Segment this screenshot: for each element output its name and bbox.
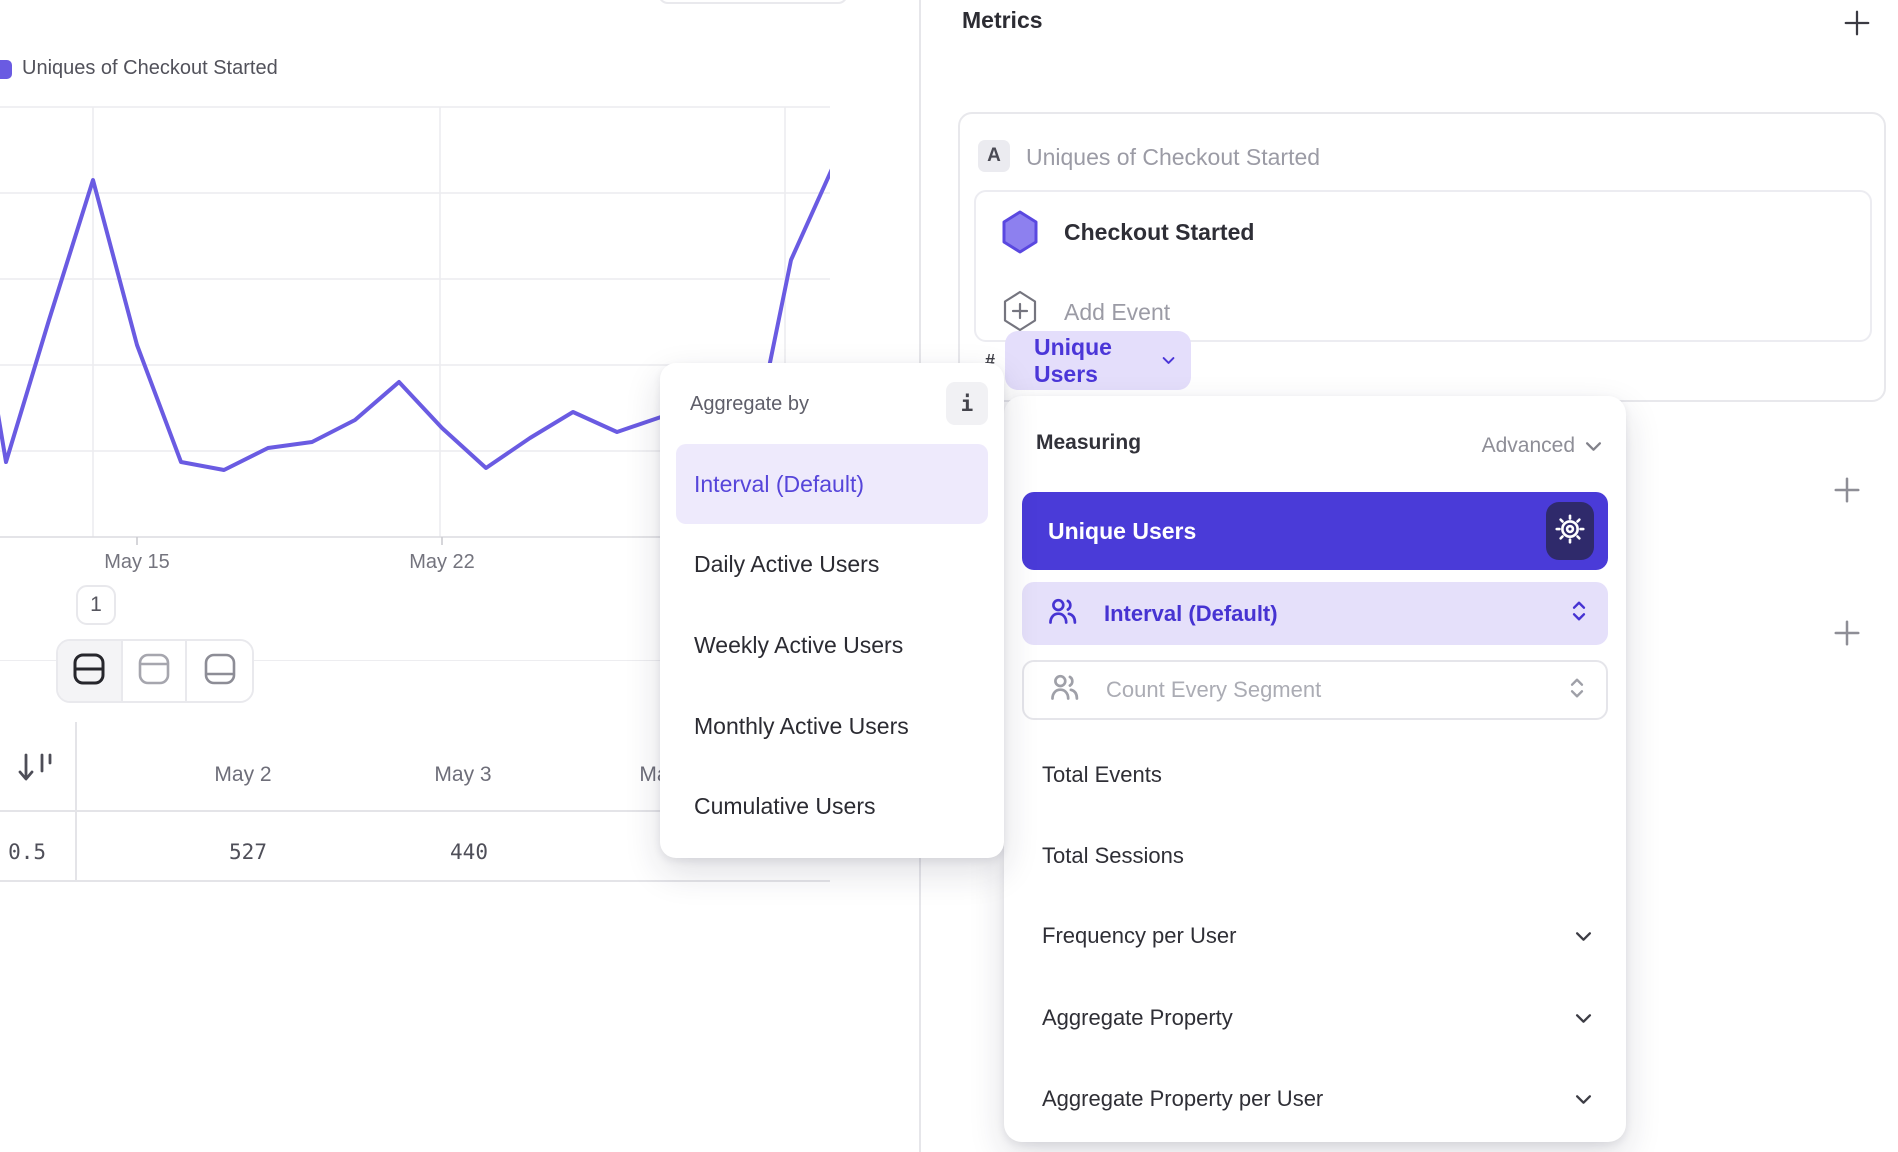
- x-axis-tick-label: May 22: [409, 551, 475, 574]
- table-sort-button[interactable]: [16, 750, 58, 791]
- table-column-header: May 3: [434, 763, 491, 787]
- table-column-separator: [75, 722, 77, 882]
- chart-table-layout-switcher: [56, 639, 254, 703]
- option-label: Frequency per User: [1042, 923, 1236, 949]
- segment-row-label: Count Every Segment: [1106, 677, 1568, 703]
- aggregate-by-popover: Aggregate by i Interval (Default) Daily …: [660, 363, 1004, 858]
- measuring-popover: Measuring Advanced Unique Users: [1004, 396, 1626, 1142]
- measurement-option-total-sessions[interactable]: Total Sessions: [1042, 843, 1184, 869]
- event-card: Checkout Started Add Event: [974, 190, 1872, 342]
- users-icon: [1050, 674, 1080, 706]
- measuring-popover-title: Measuring: [1036, 431, 1141, 455]
- aggregate-option-interval-default-selected[interactable]: Interval (Default): [676, 444, 988, 524]
- add-event-button[interactable]: Add Event: [1064, 299, 1170, 326]
- interval-selector-row[interactable]: Interval (Default): [1022, 582, 1608, 645]
- gear-icon: [1555, 514, 1585, 549]
- selected-measurement-label: Unique Users: [1048, 518, 1196, 545]
- x-axis-tick-label: May 15: [104, 551, 170, 574]
- metric-card: A Uniques of Checkout Started Checkout S…: [958, 112, 1886, 402]
- option-label: Aggregate Property per User: [1042, 1086, 1323, 1112]
- aggregate-popover-title: Aggregate by: [690, 393, 809, 416]
- aggregate-option-daily-active-users[interactable]: Daily Active Users: [694, 551, 879, 578]
- metrics-section-title: Metrics: [962, 7, 1043, 34]
- chevron-down-icon: [1575, 1013, 1592, 1024]
- chevron-down-icon: [1575, 931, 1592, 942]
- metric-name-field[interactable]: Uniques of Checkout Started: [1026, 144, 1320, 171]
- info-button[interactable]: i: [946, 382, 988, 425]
- table-cell-value: 527: [229, 840, 267, 864]
- layout-chart-only-button[interactable]: [123, 641, 188, 701]
- plus-icon: [1832, 492, 1862, 509]
- plus-icon: [1842, 25, 1872, 42]
- measurement-dropdown-chip[interactable]: Unique Users: [1005, 331, 1191, 390]
- split-rows-icon: [72, 652, 106, 691]
- sort-descending-icon: [16, 773, 58, 790]
- measurement-option-unique-users[interactable]: Unique Users: [1022, 492, 1608, 570]
- option-label: Aggregate Property: [1042, 1005, 1233, 1031]
- layout-table-only-button[interactable]: [187, 641, 252, 701]
- measurement-option-aggregate-property-per-user[interactable]: Aggregate Property per User: [1042, 1086, 1592, 1112]
- chevron-down-icon: [1575, 1094, 1592, 1105]
- table-row-label-fragment: 0.5: [0, 840, 46, 864]
- aggregate-option-weekly-active-users[interactable]: Weekly Active Users: [694, 632, 903, 659]
- pagination-page-button[interactable]: 1: [76, 585, 116, 625]
- event-name[interactable]: Checkout Started: [1064, 219, 1254, 246]
- layout-split-view-button[interactable]: [58, 641, 123, 701]
- metric-letter-badge: A: [978, 140, 1010, 172]
- table-cell-value: 440: [450, 840, 488, 864]
- selected-aggregate-label: Interval (Default): [694, 471, 864, 498]
- add-breakdown-button[interactable]: [1832, 618, 1862, 653]
- add-filter-button[interactable]: [1832, 475, 1862, 510]
- chevron-down-icon: [1585, 441, 1602, 452]
- bottom-band-icon: [203, 652, 237, 691]
- aggregate-option-cumulative-users[interactable]: Cumulative Users: [694, 793, 876, 820]
- aggregate-option-monthly-active-users[interactable]: Monthly Active Users: [694, 713, 909, 740]
- count-every-segment-row[interactable]: Count Every Segment: [1022, 660, 1608, 720]
- interval-row-label: Interval (Default): [1104, 601, 1570, 627]
- up-down-chevrons-icon: [1568, 677, 1586, 704]
- measurement-settings-button[interactable]: [1546, 502, 1594, 560]
- plus-icon: [1832, 635, 1862, 652]
- measurement-chip-label: Unique Users: [1034, 334, 1148, 388]
- add-event-hexagon-plus-icon: [1003, 290, 1037, 337]
- add-metric-button[interactable]: [1842, 8, 1872, 43]
- top-band-icon: [137, 652, 171, 691]
- measurement-option-frequency-per-user[interactable]: Frequency per User: [1042, 923, 1592, 949]
- users-icon: [1048, 598, 1078, 630]
- measurement-option-aggregate-property[interactable]: Aggregate Property: [1042, 1005, 1592, 1031]
- chevron-down-icon: [1162, 355, 1175, 366]
- table-row-border: [0, 880, 830, 882]
- event-hexagon-icon: [1002, 210, 1038, 259]
- advanced-label: Advanced: [1482, 434, 1575, 458]
- up-down-chevrons-icon: [1570, 600, 1588, 627]
- advanced-mode-toggle[interactable]: Advanced: [1482, 434, 1602, 458]
- measurement-option-total-events[interactable]: Total Events: [1042, 762, 1162, 788]
- table-column-header: May 2: [214, 763, 271, 787]
